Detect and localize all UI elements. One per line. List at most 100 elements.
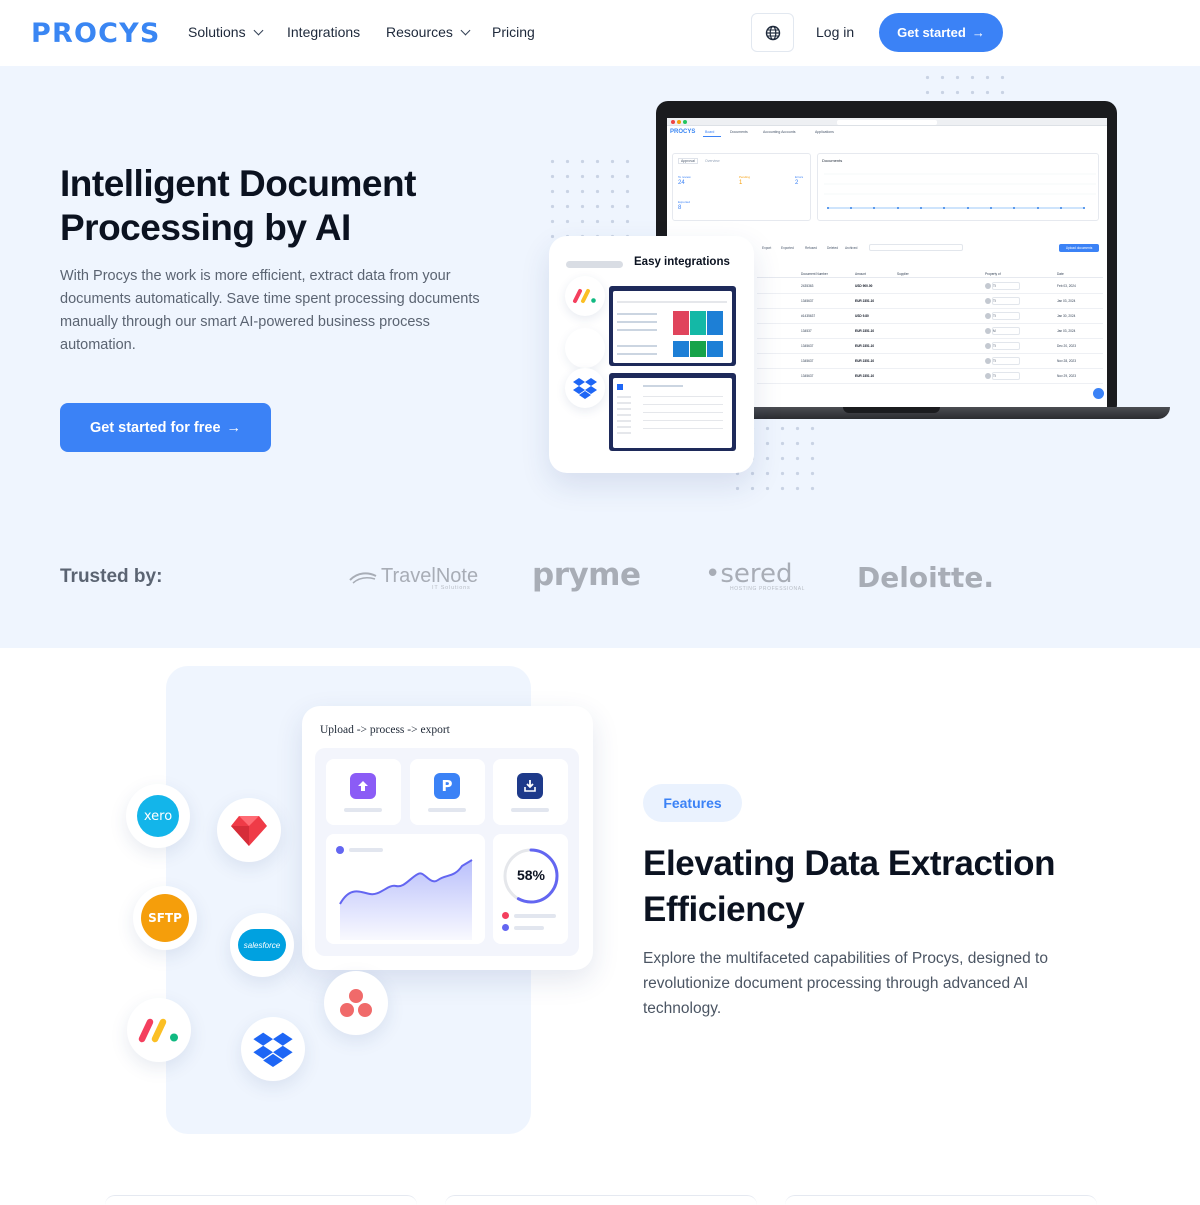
cell-document-number: 1345637 — [801, 299, 814, 303]
travelnote-sublabel: IT Solutions — [432, 585, 471, 591]
stat-label: To review — [678, 175, 691, 179]
legend-dot — [336, 846, 344, 854]
filter-exported[interactable]: Exported — [781, 246, 794, 250]
deloitte-logo: Deloitte. — [857, 561, 995, 594]
owner-avatar — [985, 328, 991, 334]
stats-tab-approval[interactable]: Approval — [678, 158, 698, 164]
features-badge: Features — [643, 784, 742, 822]
nav-integrations[interactable]: Integrations — [287, 24, 360, 40]
owner-select[interactable] — [992, 357, 1020, 365]
procys-logo[interactable]: PROCYS — [31, 18, 161, 49]
column-header[interactable]: Date — [1057, 272, 1064, 276]
get-started-button[interactable]: Get started → — [879, 13, 1003, 52]
documents-search-input[interactable] — [869, 244, 963, 251]
owner-avatar — [985, 298, 991, 304]
nav-integrations-label: Integrations — [287, 24, 361, 40]
dashboard-body: P 58% — [315, 748, 579, 956]
cell-document-number: #1435637 — [801, 314, 816, 318]
owner-select[interactable] — [992, 327, 1020, 335]
app-tab-accounting[interactable]: Accounting Accounts — [763, 130, 796, 134]
hero-section: Intelligent Document Processing by AI Wi… — [0, 66, 1200, 648]
table-row[interactable]: 1345637 EUR 2351.10 TI Jan 03, 2024 — [757, 294, 1103, 309]
monday-icon — [127, 998, 191, 1062]
column-header[interactable]: Supplier — [897, 272, 909, 276]
salesforce-label: salesforce — [238, 929, 286, 961]
stats-tab-overview[interactable]: Overview — [705, 159, 720, 163]
cell-amount: USD 9.80 — [855, 314, 869, 318]
salesforce-icon: salesforce — [230, 913, 294, 977]
documents-table: Document Number Amount Supplier Property… — [757, 272, 1103, 408]
features-title: Elevating Data Extraction Efficiency — [643, 844, 1056, 929]
upload-tile — [326, 759, 401, 825]
app-tab-documents[interactable]: Documents — [730, 130, 748, 134]
nav-solutions-label: Solutions — [188, 24, 246, 40]
dropbox-icon — [241, 1017, 305, 1081]
monday-board-preview — [609, 286, 736, 366]
cell-date: Jan 03, 2024 — [1057, 329, 1076, 333]
cell-date: Nov 28, 2023 — [1057, 359, 1076, 363]
sered-dot: • — [705, 559, 721, 589]
app-tab-board[interactable]: Board — [705, 130, 714, 134]
filter-export[interactable]: Export — [762, 246, 771, 250]
table-row[interactable]: 134537 EUR 2351.10 M Jan 03, 2024 — [757, 324, 1103, 339]
owner-avatar — [985, 313, 991, 319]
sered-sublabel: HOSTING PROFESSIONAL — [730, 586, 806, 592]
sftp-label: SFTP — [141, 894, 189, 942]
table-row[interactable]: #1435637 USD 9.80 TI Jan 30, 2024 — [757, 309, 1103, 324]
gem-icon — [217, 798, 281, 862]
app-tab-applications[interactable]: Applications — [815, 130, 834, 134]
cell-document-number: 134537 — [801, 329, 812, 333]
documents-chart-card: Documents — [817, 153, 1099, 221]
table-row[interactable]: 2435363 USD 900.00 TI Feb 03, 2024 — [757, 279, 1103, 294]
get-started-free-label: Get started for free — [89, 419, 221, 436]
monday-icon — [565, 276, 605, 316]
column-header[interactable]: Property of — [985, 272, 1001, 276]
download-icon — [517, 773, 543, 799]
cell-date: Jan 03, 2024 — [1057, 299, 1076, 303]
features-description: Explore the multifaceted capabilities of… — [643, 950, 1048, 1017]
nav-pricing[interactable]: Pricing — [492, 24, 535, 40]
nav-resources-label: Resources — [386, 24, 453, 40]
upload-documents-button[interactable]: Upload documents — [1059, 244, 1099, 252]
table-row[interactable]: 1345637 EUR 2351.10 TI Nov 28, 2023 — [757, 354, 1103, 369]
filter-archived[interactable]: Archived — [845, 246, 857, 250]
login-link[interactable]: Log in — [816, 24, 854, 40]
owner-select[interactable] — [992, 297, 1020, 305]
cell-amount: EUR 2351.10 — [855, 359, 875, 363]
language-button[interactable] — [751, 13, 794, 52]
decorative-dots — [920, 70, 1015, 100]
next-section-card — [445, 1195, 757, 1205]
trusted-by-label: Trusted by: — [60, 566, 163, 587]
sered-logo: •sered — [705, 559, 793, 589]
nav-resources[interactable]: Resources — [386, 24, 471, 40]
cell-document-number: 1345637 — [801, 359, 814, 363]
nav-solutions[interactable]: Solutions — [188, 24, 264, 40]
owner-select[interactable] — [992, 282, 1020, 290]
owner-avatar — [985, 283, 991, 289]
stat-label: Pending — [739, 175, 751, 179]
cell-document-number: 2435363 — [801, 284, 814, 288]
procys-p-icon: P — [434, 773, 460, 799]
documents-line-chart — [824, 173, 1096, 209]
get-started-free-button[interactable]: Get started for free → — [60, 403, 271, 452]
asana-icon — [324, 971, 388, 1035]
xero-label: xero — [137, 795, 179, 837]
sered-label: sered — [720, 559, 793, 589]
cell-date: Dec 20, 2023 — [1057, 344, 1076, 348]
filter-deleted[interactable]: Deleted — [827, 246, 838, 250]
column-header[interactable]: Document Number — [801, 272, 828, 276]
integration-slot — [565, 328, 605, 368]
easy-integrations-title: Easy integrations — [634, 256, 730, 268]
owner-select[interactable] — [992, 342, 1020, 350]
column-header[interactable]: Amount — [855, 272, 866, 276]
cell-date: Feb 03, 2024 — [1057, 284, 1076, 288]
table-row[interactable]: 1345637 EUR 2351.10 TI Dec 20, 2023 — [757, 339, 1103, 354]
owner-select[interactable] — [992, 372, 1020, 380]
process-tile: P — [410, 759, 485, 825]
chat-bubble-icon[interactable] — [1093, 388, 1104, 399]
table-row[interactable]: 1345637 EUR 2351.10 TI Nov 29, 2023 — [757, 369, 1103, 384]
area-chart — [339, 859, 473, 940]
owner-select[interactable] — [992, 312, 1020, 320]
filter-refused[interactable]: Refused — [805, 246, 817, 250]
stat-value: 2 — [795, 180, 799, 186]
